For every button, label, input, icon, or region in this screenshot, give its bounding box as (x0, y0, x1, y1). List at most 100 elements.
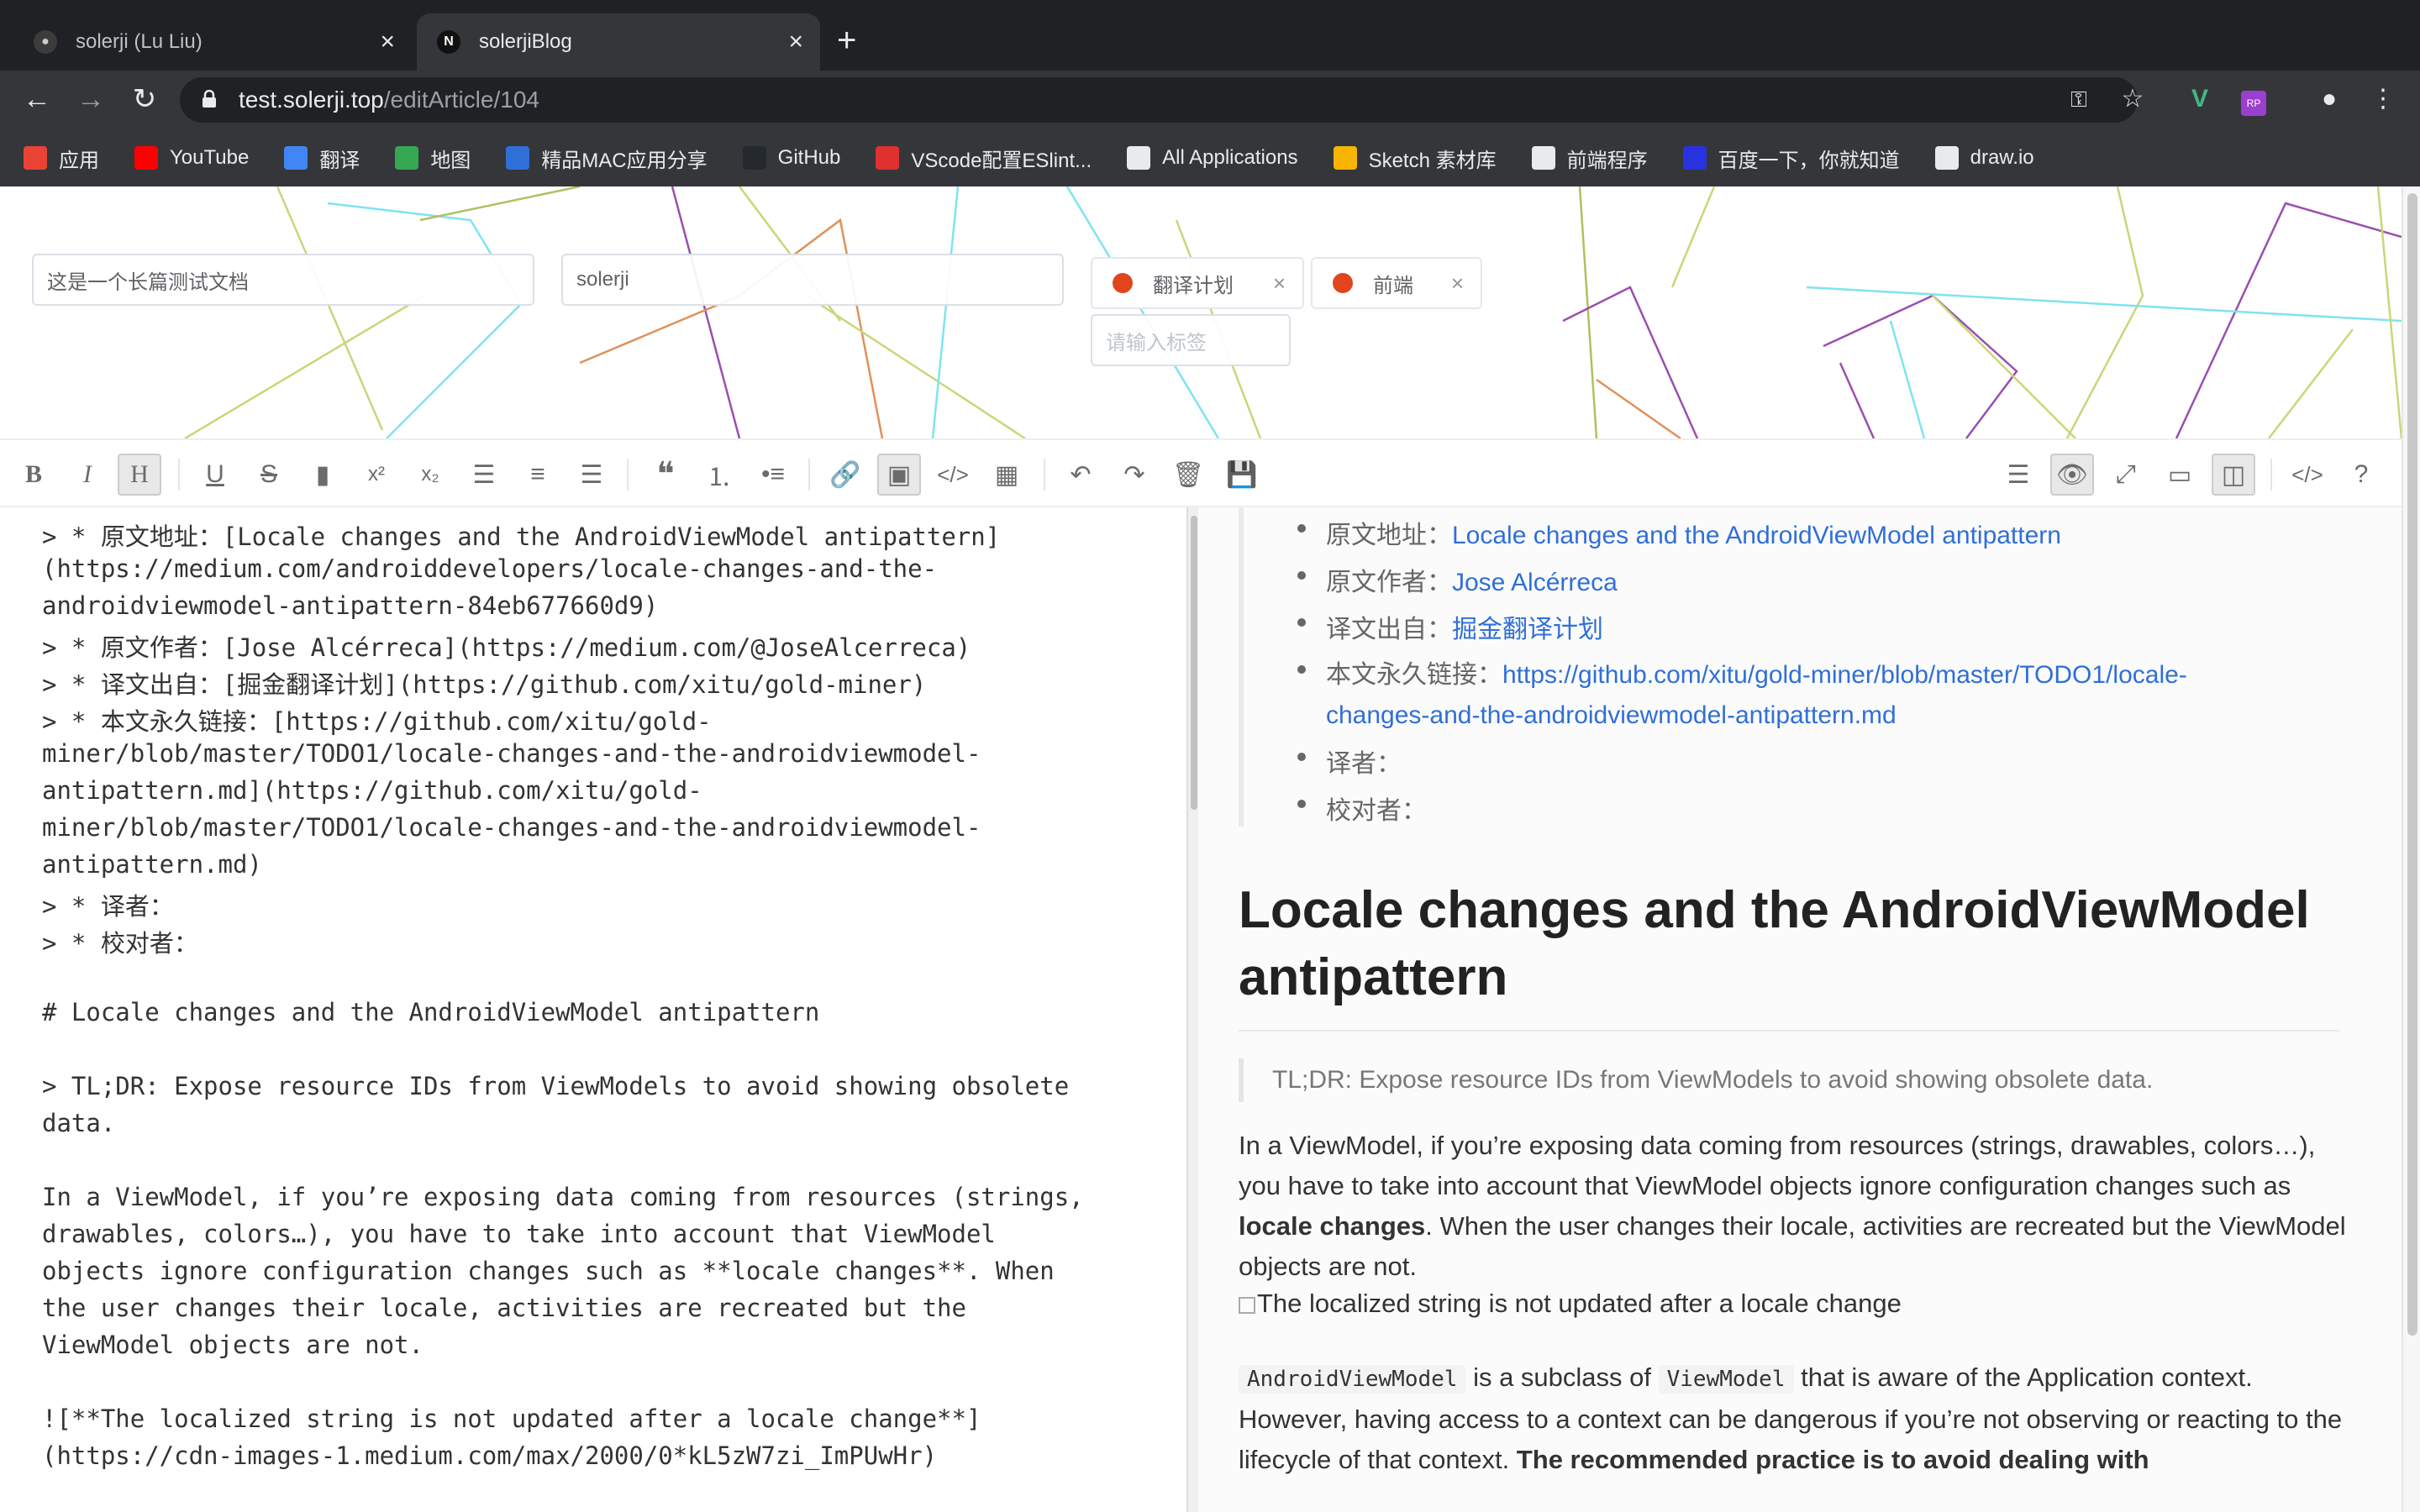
forward-button[interactable]: → (74, 82, 108, 116)
ordered-list-icon[interactable]: ⒈ (697, 454, 741, 496)
editor-line: (https://medium.com/androiddevelopers/lo… (42, 554, 938, 583)
fullscreen-icon[interactable]: ⤢ (2104, 454, 2148, 496)
editor-scrollbar[interactable] (1186, 507, 1198, 1512)
quote-icon[interactable]: ❝ (644, 454, 687, 496)
tag-label: 前端 (1373, 274, 1413, 297)
back-button[interactable]: ← (20, 82, 54, 116)
link-icon[interactable]: 🔗 (823, 454, 867, 496)
bookmark-item[interactable]: 翻译 (284, 144, 360, 173)
italic-button[interactable]: I (66, 454, 109, 496)
trash-icon[interactable]: 🗑 (1166, 454, 1210, 496)
bookmark-item[interactable]: 应用 (24, 144, 99, 173)
meta-list-item: 原文作者：Jose Alcérreca (1297, 561, 1618, 598)
sketch-icon (1333, 146, 1357, 170)
close-icon[interactable]: × (380, 28, 395, 56)
menu-icon[interactable]: ⋮ (2366, 82, 2400, 116)
html-code-icon[interactable]: </> (2286, 454, 2329, 496)
redo-icon[interactable]: ↷ (1113, 454, 1156, 496)
rp-extension-icon[interactable]: RP (2237, 82, 2270, 116)
bookmark-item[interactable]: 精品MAC应用分享 (506, 144, 708, 173)
table-icon[interactable]: ▦ (985, 454, 1028, 496)
tag-color-dot (1113, 273, 1133, 293)
bookmark-item[interactable]: GitHub (742, 146, 840, 170)
bookmark-item[interactable]: Sketch 素材库 (1333, 144, 1497, 173)
globe-icon (1127, 146, 1151, 170)
title-input[interactable]: 这是一个长篇测试文档 (32, 254, 534, 306)
align-left-icon[interactable]: ☰ (462, 454, 506, 496)
help-icon[interactable]: ? (2339, 454, 2383, 496)
subscript-button[interactable]: x₂ (408, 454, 452, 496)
page-content: 这是一个长篇测试文档 solerji 翻译计划 × 前端 × 请输入标签 B I… (0, 186, 2420, 1512)
bookmark-item[interactable]: 百度一下，你就知道 (1682, 144, 1900, 173)
bookmark-label: 应用 (59, 149, 99, 172)
tag-translation-plan[interactable]: 翻译计划 × (1091, 257, 1304, 309)
split-view-icon[interactable]: ◫ (2212, 454, 2255, 496)
bookmark-item[interactable]: 地图 (395, 144, 471, 173)
scrollbar-thumb[interactable] (2407, 193, 2417, 1336)
navigation-icon[interactable]: ☰ (1996, 454, 2040, 496)
save-icon[interactable]: 💾 (1220, 454, 1264, 496)
remove-tag-icon[interactable]: × (1273, 270, 1286, 297)
align-right-icon[interactable]: ☰ (570, 454, 613, 496)
editor-line: objects ignore configuration changes suc… (42, 1257, 1055, 1285)
tag-input[interactable]: 请输入标签 (1091, 314, 1291, 366)
code-icon[interactable]: </> (931, 454, 975, 496)
star-icon[interactable]: ☆ (2116, 82, 2149, 116)
toolbar-divider (178, 459, 180, 491)
new-tab-button[interactable]: + (837, 24, 856, 57)
meta-link[interactable]: 掘金翻译计划 (1452, 616, 1603, 643)
tab-github[interactable]: ● solerji (Lu Liu) × (13, 13, 412, 71)
heading-button[interactable]: H (118, 454, 161, 496)
image-icon[interactable]: ▣ (877, 454, 921, 496)
markdown-editor[interactable]: > * 原文地址：[Locale changes and the Android… (0, 507, 1186, 1512)
unordered-list-icon[interactable]: •≡ (751, 454, 795, 496)
underline-button[interactable]: U (193, 454, 237, 496)
vue-devtools-icon[interactable]: V (2183, 82, 2217, 116)
github-icon: ● (34, 30, 57, 54)
author-input[interactable]: solerji (561, 254, 1064, 306)
editor-line: > * 译者： (42, 892, 174, 921)
reload-button[interactable]: ↻ (128, 82, 161, 116)
bullet (1297, 753, 1306, 761)
remove-tag-icon[interactable]: × (1451, 270, 1464, 297)
bold-button[interactable]: B (12, 454, 55, 496)
tab-bar: ● solerji (Lu Liu) × N solerjiBlog × + (0, 0, 2420, 71)
translate-icon (284, 146, 308, 170)
meta-list-item: 译文出自：掘金翻译计划 (1297, 608, 1603, 645)
undo-icon[interactable]: ↶ (1059, 454, 1102, 496)
page-scrollbar[interactable] (2402, 186, 2420, 1512)
profile-icon[interactable]: ● (2312, 82, 2346, 116)
meta-link[interactable]: Jose Alcérreca (1452, 569, 1618, 596)
browser-toolbar: ← → ↻ test.solerji.top/editArticle/104 ⚿… (0, 71, 2420, 129)
meta-link[interactable]: https://github.com/xitu/gold-miner/blob/… (1502, 661, 2187, 689)
bookmark-item[interactable]: All Applications (1127, 146, 1298, 170)
tab-solerjiblog[interactable]: N solerjiBlog × (417, 13, 820, 71)
bold-text: locale changes (1239, 1211, 1426, 1241)
close-icon[interactable]: × (788, 28, 803, 56)
meta-list-item: 校对者： (1297, 790, 1427, 827)
paragraph-1: In a ViewModel, if you’re exposing data … (1239, 1126, 2356, 1287)
bookmark-item[interactable]: draw.io (1934, 146, 2034, 170)
meta-list-item: 本文永久链接：https://github.com/xitu/gold-mine… (1297, 655, 2187, 736)
window-icon[interactable]: ▭ (2158, 454, 2202, 496)
bookmark-item[interactable]: YouTube (134, 146, 249, 170)
lock-icon (203, 90, 216, 108)
strikethrough-button[interactable]: S (247, 454, 291, 496)
superscript-button[interactable]: x² (355, 454, 398, 496)
scrollbar-thumb[interactable] (1191, 516, 1197, 810)
key-icon[interactable]: ⚿ (2062, 82, 2096, 116)
c-icon (876, 146, 900, 170)
address-bar[interactable]: test.solerji.top/editArticle/104 (180, 77, 2138, 123)
meta-link[interactable]: Locale changes and the AndroidViewModel … (1452, 522, 2061, 549)
editor-line: > * 校对者： (42, 929, 198, 958)
tag-frontend[interactable]: 前端 × (1311, 257, 1482, 309)
meta-link-continued[interactable]: changes-and-the-androidviewmodel-antipat… (1326, 701, 1897, 729)
tag-color-dot (1333, 273, 1353, 293)
preview-toggle-icon[interactable]: 👁 (2050, 454, 2094, 496)
bookmark-item[interactable]: VScode配置ESlint... (876, 144, 1092, 173)
bookmark-label: YouTube (170, 146, 250, 169)
bookmark-item[interactable]: 前端程序 (1531, 144, 1648, 173)
align-center-icon[interactable]: ≡ (516, 454, 560, 496)
bookmark-label: 翻译 (319, 149, 360, 172)
bookmark-icon[interactable]: ▮ (301, 454, 345, 496)
